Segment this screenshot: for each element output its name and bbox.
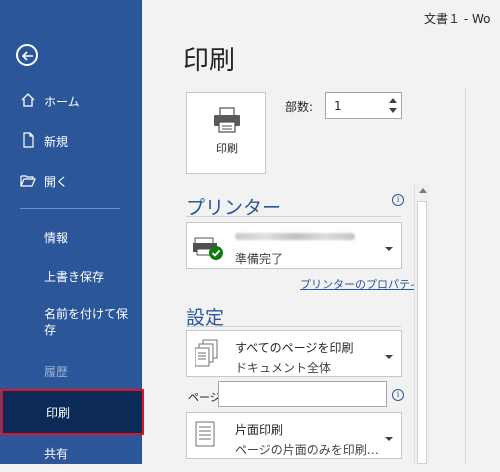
copies-stepper[interactable]: 1 — [325, 92, 402, 119]
printer-icon — [214, 107, 240, 133]
chevron-down-icon — [385, 355, 393, 359]
settings-scrollbar[interactable] — [414, 183, 430, 464]
printer-name-blurred — [235, 233, 355, 240]
sidebar-item-save[interactable]: 上書き保存 — [0, 257, 142, 295]
printer-info-icon[interactable]: i — [392, 194, 404, 206]
sidebar-item-new[interactable]: 新規 — [0, 122, 142, 160]
backstage-sidebar: ホーム 新規 開く 情報 上書き保存 名前を付けて保存 履歴 印刷 共有 — [0, 0, 144, 464]
copies-label: 部数: — [285, 100, 314, 114]
preview-divider — [465, 88, 466, 464]
sidebar-label-history: 履歴 — [44, 365, 69, 379]
sidebar-item-home[interactable]: ホーム — [0, 82, 142, 120]
sides-dropdown[interactable]: 片面印刷 ページの片面のみを印刷… — [186, 412, 402, 459]
sidebar-label-info: 情報 — [44, 231, 69, 245]
print-button-label: 印刷 — [216, 142, 238, 155]
home-icon — [21, 93, 35, 107]
sidebar-label-save-as: 名前を付けて保存 — [44, 307, 129, 337]
printer-properties-link[interactable]: プリンターのプロパティ — [300, 276, 420, 292]
scrollbar-thumb[interactable] — [417, 201, 427, 464]
all-pages-icon — [195, 339, 218, 367]
sidebar-label-save: 上書き保存 — [44, 270, 105, 284]
sidebar-label-open: 開く — [44, 175, 69, 189]
printer-section-divider — [186, 216, 401, 217]
settings-section-divider — [186, 326, 401, 327]
sidebar-divider — [20, 208, 120, 209]
print-button[interactable]: 印刷 — [186, 92, 266, 174]
sidebar-item-info[interactable]: 情報 — [0, 218, 142, 256]
printer-dropdown[interactable]: 準備完了 — [186, 222, 402, 269]
sidebar-label-share: 共有 — [44, 447, 69, 461]
one-sided-icon — [195, 421, 215, 447]
pages-input[interactable] — [218, 381, 387, 407]
open-folder-icon — [20, 175, 36, 187]
chevron-down-icon — [385, 437, 393, 441]
printer-ready-icon — [193, 237, 223, 260]
back-arrow-icon[interactable] — [16, 44, 38, 66]
pages-info-icon[interactable]: i — [392, 389, 404, 401]
page-title: 印刷 — [183, 46, 236, 76]
copies-value: 1 — [334, 99, 342, 113]
increment-arrow-icon[interactable] — [389, 98, 397, 103]
sidebar-label-print: 印刷 — [46, 406, 71, 420]
new-document-icon — [23, 132, 34, 148]
printer-status: 準備完了 — [235, 252, 284, 266]
sidebar-item-print[interactable]: 印刷 — [1, 389, 144, 435]
sides-sub: ページの片面のみを印刷… — [235, 443, 379, 457]
print-range-main: すべてのページを印刷 — [235, 341, 354, 355]
sidebar-item-save-as[interactable]: 名前を付けて保存 — [0, 298, 142, 344]
print-range-dropdown[interactable]: すべてのページを印刷 ドキュメント全体 — [186, 330, 402, 377]
scroll-up-arrow-icon[interactable] — [419, 188, 427, 193]
sidebar-item-open[interactable]: 開く — [0, 162, 142, 200]
sidebar-label-new: 新規 — [44, 135, 69, 149]
sidebar-item-history: 履歴 — [0, 352, 142, 390]
decrement-arrow-icon[interactable] — [389, 108, 397, 113]
sides-main: 片面印刷 — [235, 423, 284, 437]
sidebar-item-share[interactable]: 共有 — [0, 434, 142, 472]
window-title: 文書１ - Wo — [424, 12, 491, 26]
sidebar-label-home: ホーム — [44, 95, 80, 109]
chevron-down-icon — [385, 247, 393, 251]
print-range-sub: ドキュメント全体 — [235, 361, 332, 375]
